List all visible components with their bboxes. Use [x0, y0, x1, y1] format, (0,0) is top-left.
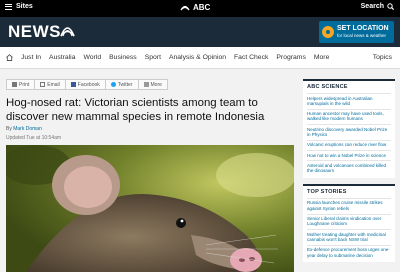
search-button[interactable]: Search [361, 3, 394, 10]
top-story-link[interactable]: Ex-defence procurement boss urges one-ye… [307, 244, 391, 261]
abc-top-bar: Sites ABC Search [0, 0, 400, 17]
abc-label: ABC [193, 3, 211, 12]
byline-prefix: By [6, 126, 12, 132]
top-stories-panel: TOP STORIES Russia launches cruise missi… [303, 183, 395, 263]
abc-science-heading[interactable]: ABC SCIENCE [307, 84, 391, 90]
abc-home-link[interactable]: ABC [180, 3, 210, 12]
abc-science-panel: ABC SCIENCE Helpers widespread in Austra… [303, 79, 395, 178]
nav-item-sport[interactable]: Sport [145, 54, 161, 61]
search-icon [387, 3, 394, 10]
science-link[interactable]: Helpers widespread in Australian marsupi… [307, 93, 391, 109]
top-stories-heading: TOP STORIES [307, 188, 347, 195]
search-label: Search [360, 3, 384, 10]
facebook-icon [70, 82, 76, 87]
science-link[interactable]: How not to win a Nobel Prize in science [307, 150, 391, 160]
email-icon [40, 82, 46, 87]
main-nav: Just In Australia World Business Sport A… [0, 47, 400, 69]
set-location-title: SET LOCATION [337, 25, 389, 32]
twitter-label: Twitter [117, 81, 133, 88]
email-label: Email [47, 81, 60, 88]
nav-item-fact-check[interactable]: Fact Check [234, 54, 268, 61]
article-headline: Hog-nosed rat: Victorian scientists amon… [6, 97, 265, 123]
author-link[interactable]: Mark Doman [13, 126, 42, 132]
more-share-button[interactable]: More [138, 79, 168, 90]
more-icon [143, 82, 149, 87]
science-link[interactable]: Asteroid and volcanoes combined killed t… [307, 160, 391, 176]
nav-item-programs[interactable]: Programs [276, 54, 305, 61]
abc-logo-icon [180, 4, 190, 12]
twitter-share-button[interactable]: Twitter [105, 79, 139, 90]
set-location-button[interactable]: SET LOCATION for local news & weather [319, 21, 394, 43]
set-location-subtitle: for local news & weather [337, 33, 387, 38]
share-toolbar: Print Email Facebook Twitter More [6, 79, 168, 90]
updated-timestamp: Updated Tue at 10:54am [6, 135, 62, 141]
article-photo-hog-nosed-rat[interactable] [6, 145, 294, 272]
facebook-label: Facebook [77, 81, 100, 88]
sites-menu-button[interactable]: Sites [5, 3, 33, 10]
nav-item-business[interactable]: Business [109, 54, 137, 61]
science-link[interactable]: Volcanic eruptions can reduce river flow [307, 139, 391, 150]
sites-label: Sites [16, 3, 33, 10]
science-link[interactable]: Human ancestor may have used tools, walk… [307, 108, 391, 125]
nav-item-australia[interactable]: Australia [49, 54, 75, 61]
article-byline: By Mark Doman [6, 126, 42, 132]
print-label: Print [19, 81, 30, 88]
twitter-icon [110, 82, 116, 87]
abc-news-logo-icon [60, 27, 75, 37]
location-pin-icon [322, 26, 334, 38]
more-label: More [150, 81, 162, 88]
top-story-link[interactable]: Senior Liberal claims vindication over L… [307, 213, 391, 230]
news-header: NEWS SET LOCATION for local news & weath… [0, 17, 400, 47]
facebook-share-button[interactable]: Facebook [65, 79, 106, 90]
news-wordmark[interactable]: NEWS [8, 22, 61, 42]
top-story-link[interactable]: Russia launches cruise missile strikes a… [307, 197, 391, 214]
sidebar: ABC SCIENCE Helpers widespread in Austra… [303, 79, 395, 263]
science-link[interactable]: Neutrino discovery awarded Nobel Prize i… [307, 124, 391, 140]
home-icon[interactable] [6, 54, 13, 61]
nav-item-more[interactable]: More [314, 54, 330, 61]
nav-item-just-in[interactable]: Just In [21, 54, 41, 61]
print-icon [12, 82, 17, 87]
nav-item-topics[interactable]: Topics [373, 54, 392, 61]
top-story-link[interactable]: Mother treating daughter with medicinal … [307, 229, 391, 245]
print-button[interactable]: Print [6, 79, 36, 90]
hamburger-icon [5, 3, 12, 10]
article-area: Print Email Facebook Twitter More Hog-no… [0, 69, 400, 272]
nav-item-analysis-opinion[interactable]: Analysis & Opinion [169, 54, 226, 61]
nav-item-world[interactable]: World [83, 54, 101, 61]
email-button[interactable]: Email [35, 79, 66, 90]
